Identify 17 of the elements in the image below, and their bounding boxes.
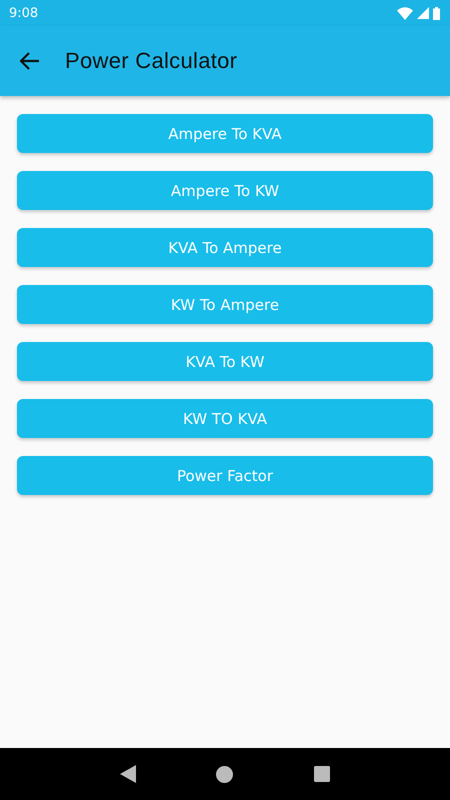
status-time: 9:08 (9, 6, 38, 20)
home-nav-icon[interactable] (216, 766, 234, 782)
battery-icon (433, 6, 440, 20)
signal-icon (417, 7, 429, 19)
back-arrow-icon (20, 52, 40, 70)
calculator-button[interactable]: KVA To Ampere (17, 228, 433, 267)
calculator-button[interactable]: Power Factor (17, 456, 433, 495)
back-nav-icon[interactable] (120, 765, 136, 783)
calculator-button[interactable]: KW TO KVA (17, 399, 433, 438)
overview-nav-icon[interactable] (314, 766, 330, 782)
calculator-button[interactable]: KVA To KW (17, 342, 433, 381)
wifi-icon (397, 6, 413, 20)
calculator-button[interactable]: KW To Ampere (17, 285, 433, 324)
app-title: Power Calculator (65, 48, 238, 74)
calculator-button[interactable]: Ampere To KW (17, 171, 433, 210)
back-button[interactable] (20, 52, 40, 70)
calculator-button[interactable]: Ampere To KVA (17, 114, 433, 153)
